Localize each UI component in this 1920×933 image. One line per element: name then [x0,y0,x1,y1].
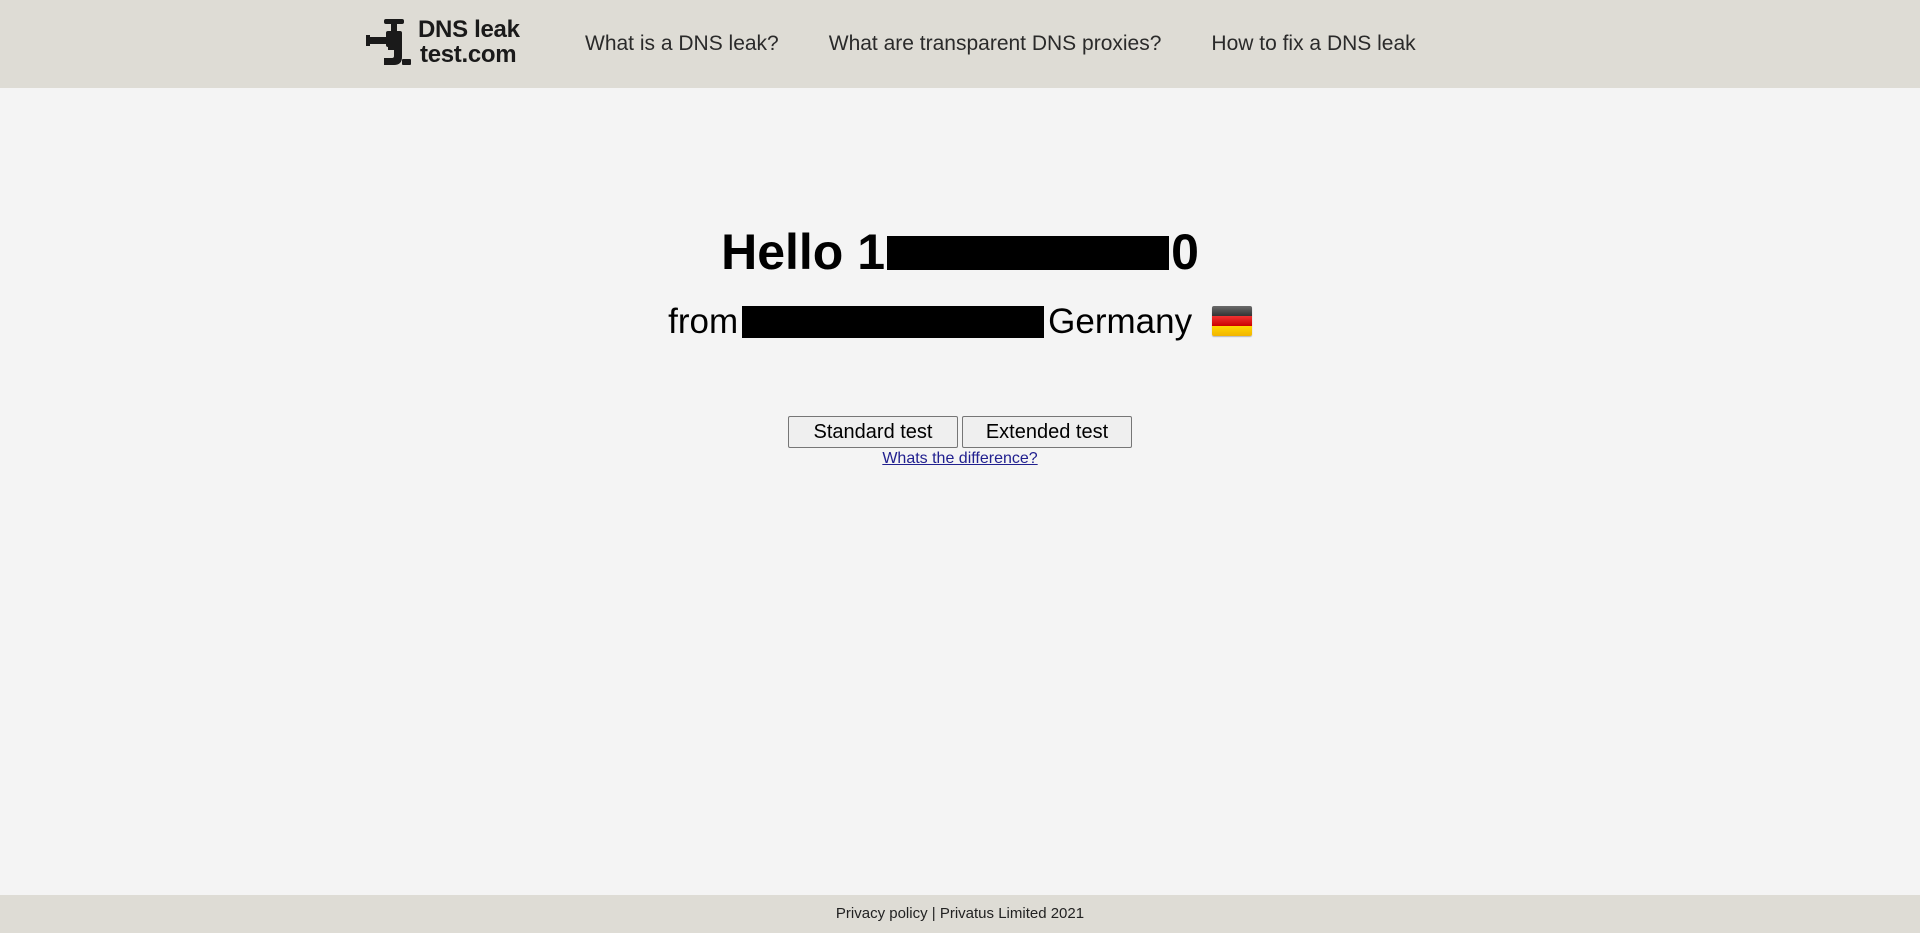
germany-flag-icon [1211,305,1252,336]
whats-the-difference-link[interactable]: Whats the difference? [882,450,1037,467]
hello-prefix: Hello 1 [721,224,886,280]
nav-fix-dns-leak[interactable]: How to fix a DNS leak [1211,32,1415,56]
logo-line-2: test.com [420,41,517,68]
country-name: Germany [1048,302,1193,341]
test-buttons: Standard test Extended test [0,416,1920,448]
privacy-policy-link[interactable]: Privacy policy [836,905,928,922]
extended-test-button[interactable]: Extended test [962,416,1132,448]
redacted-ip-block [887,235,1170,270]
footer-company: Privatus Limited 2021 [939,905,1085,922]
logo-line-1: DNS leak [418,16,520,43]
redacted-location-block [742,305,1045,338]
site-footer: Privacy policy | Privatus Limited 2021 [0,895,1920,933]
site-header: DNS leak test.com What is a DNS leak? Wh… [0,0,1920,88]
logo-text: DNS leak test.com [418,17,520,67]
nav-what-is-dns-leak[interactable]: What is a DNS leak? [585,32,779,56]
nav-transparent-dns-proxies[interactable]: What are transparent DNS proxies? [829,32,1162,56]
hello-heading: Hello 1 0 [0,222,1920,282]
standard-test-button[interactable]: Standard test [788,416,958,448]
footer-separator: | [927,905,940,922]
difference-link-row: Whats the difference? [0,449,1920,469]
page: DNS leak test.com What is a DNS leak? Wh… [0,0,1920,933]
location-line: from Germany [0,300,1920,344]
faucet-icon [366,19,411,65]
site-logo[interactable]: DNS leak test.com [366,16,536,70]
main-nav: What is a DNS leak? What are transparent… [585,0,1416,88]
hello-suffix: 0 [1171,224,1199,280]
from-label: from [668,302,739,341]
